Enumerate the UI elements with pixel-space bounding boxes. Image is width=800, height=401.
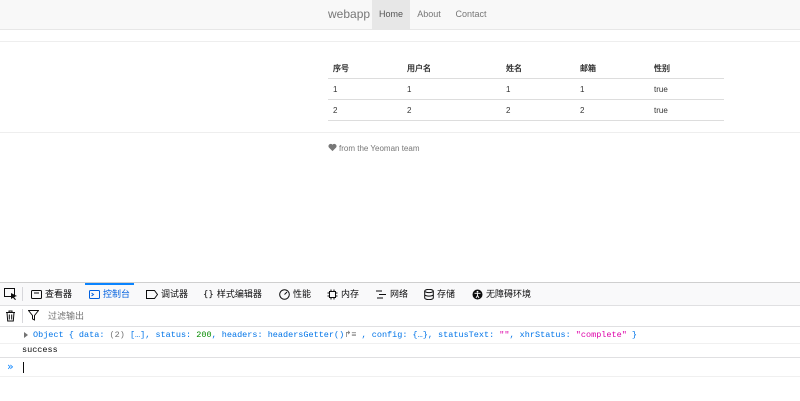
console-icon (89, 290, 100, 300)
nav-about[interactable]: About (410, 0, 448, 29)
tab-inspector[interactable]: 查看器 (31, 283, 72, 305)
tab-label: 内存 (341, 289, 360, 299)
col-header-username: 用户名 (402, 58, 501, 79)
tab-debugger[interactable]: 调试器 (146, 283, 188, 305)
tab-style-editor[interactable]: {} 样式编辑器 (203, 283, 262, 305)
navbar: webapp Home About Contact (0, 0, 800, 30)
tab-accessibility[interactable]: 无障碍环境 (472, 283, 531, 305)
inspector-icon (31, 290, 42, 300)
tab-label: 控制台 (103, 289, 131, 299)
heart-icon (328, 143, 337, 152)
table-cell: 1 (501, 78, 575, 100)
tab-label: 样式编辑器 (216, 289, 262, 299)
divider-footer (0, 132, 800, 133)
table-cell: true (649, 78, 724, 100)
network-icon (376, 290, 386, 299)
console-filterbar (0, 306, 800, 327)
filter-output-input[interactable] (46, 308, 350, 324)
expand-triangle-icon[interactable] (24, 332, 28, 338)
table-cell: 1 (402, 78, 501, 100)
table-cell: true (649, 99, 724, 121)
table-header-row: 序号 用户名 姓名 邮箱 性别 (328, 58, 724, 79)
users-table: 序号 用户名 姓名 邮箱 性别 1 1 1 1 true 2 2 2 2 tru… (328, 58, 724, 121)
col-header-name: 姓名 (501, 58, 575, 79)
footer-text: from the Yeoman team (339, 144, 420, 153)
separator (22, 287, 23, 301)
tab-label: 调试器 (161, 289, 189, 299)
text-caret (23, 362, 24, 373)
object-preview: Object { data: (2) […], status: 200, hea… (33, 330, 638, 340)
style-editor-icon: {} (203, 290, 214, 300)
tab-console[interactable]: 控制台 (84, 283, 135, 305)
console-log-success: success (0, 343, 800, 358)
element-picker-icon[interactable] (4, 288, 18, 300)
tab-label: 存储 (437, 289, 456, 299)
table-cell: 1 (575, 78, 649, 100)
devtools-tabbar: 查看器 控制台 调试器 {} 样式编辑器 性能 内存 网络 存储 无障碍环境 (0, 283, 800, 306)
table-cell: 1 (328, 78, 402, 100)
tab-label: 性能 (293, 289, 312, 299)
filter-icon (28, 310, 39, 321)
table-row: 1 1 1 1 true (328, 78, 724, 100)
divider-top (0, 41, 800, 42)
table-row: 2 2 2 2 true (328, 99, 724, 121)
tab-label: 查看器 (45, 289, 73, 299)
trash-icon[interactable] (5, 310, 16, 322)
tab-label: 网络 (390, 289, 409, 299)
jump-definition-icon[interactable]: ↱≡ (344, 330, 356, 340)
tab-performance[interactable]: 性能 (279, 283, 311, 305)
separator (22, 309, 23, 323)
storage-icon (424, 289, 434, 301)
table-cell: 2 (575, 99, 649, 121)
col-header-gender: 性别 (649, 58, 724, 79)
tab-storage[interactable]: 存储 (424, 283, 455, 305)
console-input[interactable]: » (0, 358, 800, 377)
prompt-chevron-icon: » (7, 360, 14, 373)
nav-home[interactable]: Home (372, 0, 410, 29)
tab-memory[interactable]: 内存 (327, 283, 359, 305)
memory-icon (327, 289, 338, 300)
table-cell: 2 (501, 99, 575, 121)
tab-network[interactable]: 网络 (376, 283, 408, 305)
tab-label: 无障碍环境 (486, 289, 532, 299)
nav-contact[interactable]: Contact (448, 0, 494, 29)
table-cell: 2 (402, 99, 501, 121)
navbar-brand[interactable]: webapp (328, 0, 370, 29)
accessibility-icon (472, 289, 483, 300)
table-cell: 2 (328, 99, 402, 121)
console-log-object[interactable]: Object { data: (2) […], status: 200, hea… (0, 327, 800, 344)
col-header-email: 邮箱 (575, 58, 649, 79)
performance-icon (279, 289, 290, 300)
col-header-index: 序号 (328, 58, 402, 79)
debugger-icon (146, 290, 159, 300)
log-message: success (22, 345, 58, 355)
footer: from the Yeoman team (328, 143, 420, 155)
devtools-panel: 查看器 控制台 调试器 {} 样式编辑器 性能 内存 网络 存储 无障碍环境 过… (0, 282, 800, 401)
